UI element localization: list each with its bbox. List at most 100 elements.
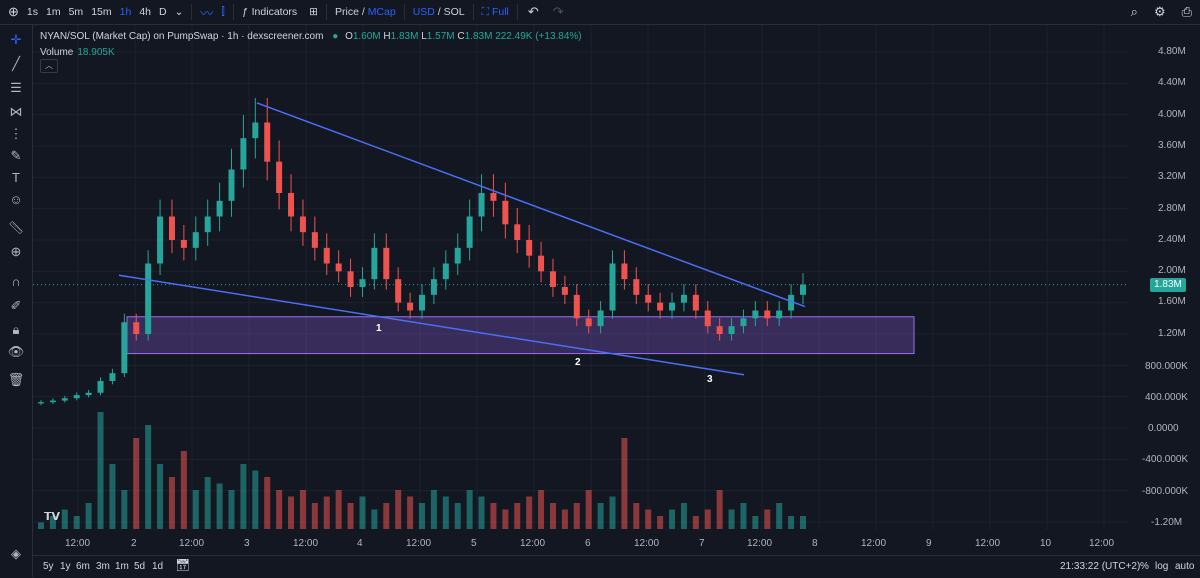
chart-plot-area[interactable] xyxy=(33,25,1128,544)
candle-body xyxy=(669,302,676,311)
candle-body xyxy=(347,271,354,287)
range-1m[interactable]: 1m xyxy=(115,561,129,572)
volume-bar xyxy=(669,509,676,529)
undo-icon[interactable]: ↶ xyxy=(528,4,539,20)
redo-icon[interactable]: ↷ xyxy=(553,4,564,20)
lock-drawing-icon[interactable]: ✐ xyxy=(7,297,25,315)
collapse-legend-button[interactable]: ︿ xyxy=(40,59,58,73)
currency-toggle[interactable]: USD / SOL xyxy=(413,6,465,18)
timeframe-1h[interactable]: 1h xyxy=(120,6,132,18)
ruler-icon[interactable]: 📏︎ xyxy=(7,219,25,237)
range-1d[interactable]: 1d xyxy=(152,561,163,572)
range-6m[interactable]: 6m xyxy=(76,561,90,572)
candle-body xyxy=(73,395,80,399)
add-symbol-icon[interactable]: ⊕ xyxy=(8,4,19,20)
volume-bar xyxy=(657,516,664,529)
candle-body xyxy=(704,310,711,327)
horizontal-lines-icon[interactable]: ☰ xyxy=(7,79,25,97)
x-tick: 12:00 xyxy=(65,538,91,549)
x-tick: 12:00 xyxy=(975,538,1001,549)
trash-icon[interactable]: 🗑︎ xyxy=(7,371,25,389)
timeframe-5m[interactable]: 5m xyxy=(69,6,84,18)
timeframe-1s[interactable]: 1s xyxy=(27,6,38,18)
indicators-icon[interactable]: ƒ xyxy=(242,6,248,18)
timeframe-4h[interactable]: 4h xyxy=(139,6,151,18)
y-tick: 2.80M xyxy=(1158,203,1186,214)
range-5y[interactable]: 5y xyxy=(43,561,54,572)
x-tick: 12:00 xyxy=(406,538,432,549)
eye-icon[interactable]: 👁︎ xyxy=(7,343,25,361)
candles-icon[interactable]: ⫿ xyxy=(221,6,224,19)
candle-body xyxy=(216,200,223,217)
volume-bar xyxy=(192,490,199,529)
volume-bar xyxy=(561,509,568,529)
close-label: C xyxy=(457,31,465,42)
gear-icon[interactable]: ⚙ xyxy=(1154,4,1166,20)
upper-trendline xyxy=(256,102,806,308)
divider xyxy=(403,4,405,20)
candle-body xyxy=(573,294,580,319)
candle-body xyxy=(454,247,461,264)
timeframe-15m[interactable]: 15m xyxy=(91,6,111,18)
volume-bar xyxy=(228,490,235,529)
volume-bar xyxy=(442,496,449,529)
volume-bar xyxy=(204,477,211,529)
live-dot-icon: ● xyxy=(332,31,339,42)
y-tick: 0.0000 xyxy=(1148,423,1179,434)
x-tick: 4 xyxy=(357,538,363,549)
volume-bar xyxy=(478,496,485,529)
range-1y[interactable]: 1y xyxy=(60,561,71,572)
text-icon[interactable]: T xyxy=(7,169,25,187)
candle-body xyxy=(288,193,295,217)
log-toggle[interactable]: log xyxy=(1155,561,1168,572)
price-toggle[interactable]: Price / MCap xyxy=(335,6,396,18)
magnet-icon[interactable]: ∩ xyxy=(7,273,25,291)
percent-toggle[interactable]: % xyxy=(1140,561,1149,572)
drawing-toolbar: ✛ ╱ ☰ ⋈ ⋮ ✎ T ☺ 📏︎ ⊕ ∩ ✐ 🔒︎ 👁︎ 🗑︎ ◈ xyxy=(0,25,33,577)
clock[interactable]: 21:33:22 (UTC+2) xyxy=(1060,561,1140,572)
auto-toggle[interactable]: auto xyxy=(1175,561,1194,572)
volume-bar xyxy=(692,516,699,529)
tradingview-logo: 𝗧𝗩 xyxy=(44,511,61,523)
fullscreen-button[interactable]: ⛶ Full xyxy=(482,6,509,19)
indicators-button[interactable]: Indicators xyxy=(252,6,298,18)
chevron-down-icon[interactable]: ⌄ xyxy=(175,6,184,18)
y-tick: 3.60M xyxy=(1158,140,1186,151)
candle-body xyxy=(490,193,497,201)
candle-body xyxy=(157,216,164,264)
candle-body xyxy=(168,216,175,240)
candle-body xyxy=(514,224,521,240)
volume-bar xyxy=(514,503,521,529)
camera-icon[interactable]: ⎙ xyxy=(1182,4,1192,20)
fib-icon[interactable]: ⋮ xyxy=(7,125,25,143)
timeframe-1m[interactable]: 1m xyxy=(46,6,61,18)
emoji-icon[interactable]: ☺ xyxy=(7,191,25,209)
volume-bar xyxy=(299,490,306,529)
layers-icon[interactable]: ◈ xyxy=(7,545,25,563)
line-chart-icon[interactable]: 〰 xyxy=(200,3,213,22)
candle-body xyxy=(299,216,306,233)
range-5d[interactable]: 5d xyxy=(134,561,145,572)
timeframe-D[interactable]: D xyxy=(159,6,167,18)
pattern-icon[interactable]: ⋈ xyxy=(7,103,25,121)
zoom-in-icon[interactable]: ⊕ xyxy=(7,243,25,261)
lock-icon[interactable]: 🔒︎ xyxy=(7,321,25,339)
layout-grid-icon[interactable]: ⊞ xyxy=(309,6,318,18)
volume-bar xyxy=(490,503,497,529)
volume-bar xyxy=(38,522,44,529)
brush-icon[interactable]: ✎ xyxy=(7,147,25,165)
search-settings-icon[interactable]: ⌕ xyxy=(1131,4,1138,20)
calendar-icon[interactable]: 📅︎ xyxy=(175,558,190,572)
candle-body xyxy=(764,310,771,319)
volume-bar xyxy=(526,496,533,529)
high-value: 1.83M xyxy=(390,31,419,42)
candle-body xyxy=(466,216,473,248)
volume-bar xyxy=(347,503,354,529)
volume-bar xyxy=(335,490,342,529)
trendline-icon[interactable]: ╱ xyxy=(7,55,25,73)
crosshair-icon[interactable]: ✛ xyxy=(7,31,25,49)
candle-body xyxy=(478,193,485,217)
volume-bar xyxy=(430,490,437,529)
range-3m[interactable]: 3m xyxy=(96,561,110,572)
volume-bar xyxy=(800,516,806,529)
